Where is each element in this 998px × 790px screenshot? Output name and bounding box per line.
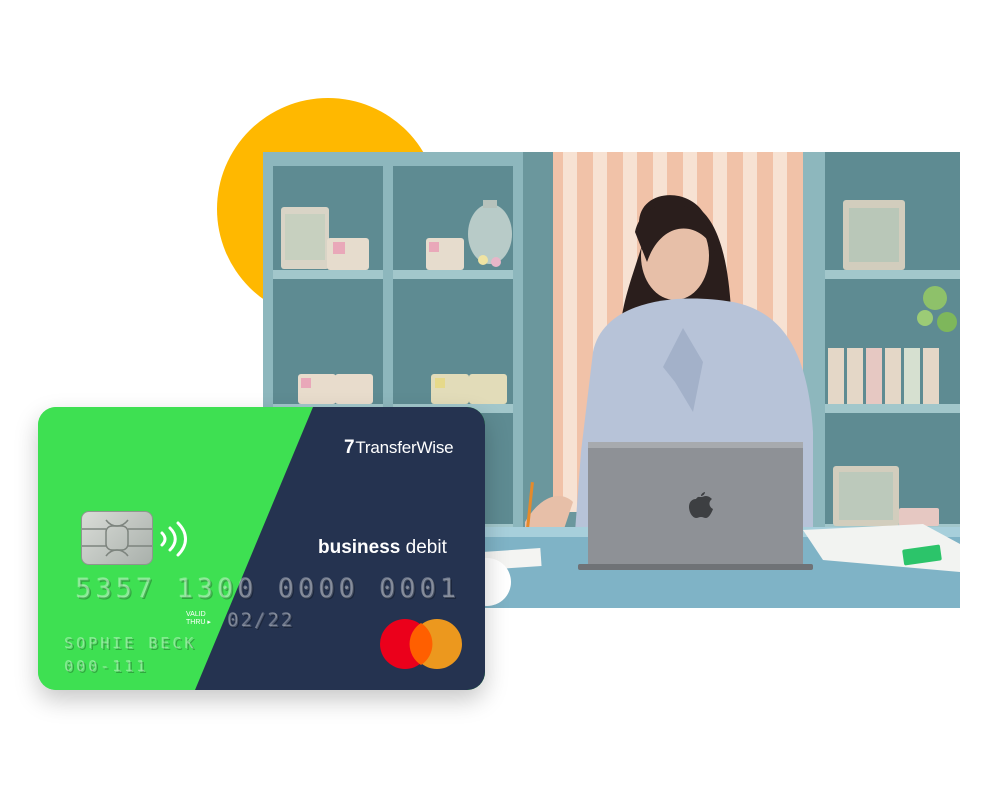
triangle-right-icon: ▸	[207, 619, 211, 626]
card-number: 5357 1300 0000 0001	[76, 574, 461, 605]
thru-text: THRU	[186, 619, 206, 626]
transferwise-logo: 7TransferWise	[344, 437, 454, 459]
valid-text: VALID	[186, 611, 206, 618]
emv-chip-icon	[81, 511, 153, 565]
account-code: 000-111	[65, 658, 150, 676]
product-type-regular: debit	[405, 537, 447, 558]
valid-thru-label: VALID THRU ▸	[186, 611, 211, 627]
card-expiry: 02/22	[228, 610, 296, 632]
right-shelves	[825, 152, 960, 533]
cardholder-name: SOPHIE BECK	[65, 635, 198, 653]
product-type-bold: business	[318, 537, 401, 558]
mastercard-logo-icon	[380, 619, 462, 669]
contactless-icon	[160, 521, 187, 557]
card-product-label: business debit	[318, 537, 447, 559]
brand-name: TransferWise	[355, 438, 454, 457]
laptop	[578, 442, 813, 570]
thru-row: THRU ▸	[186, 619, 211, 627]
business-debit-card: 7TransferWise business debit 5357 1300 0…	[38, 407, 485, 690]
transferwise-flag-icon: 7	[344, 437, 355, 458]
